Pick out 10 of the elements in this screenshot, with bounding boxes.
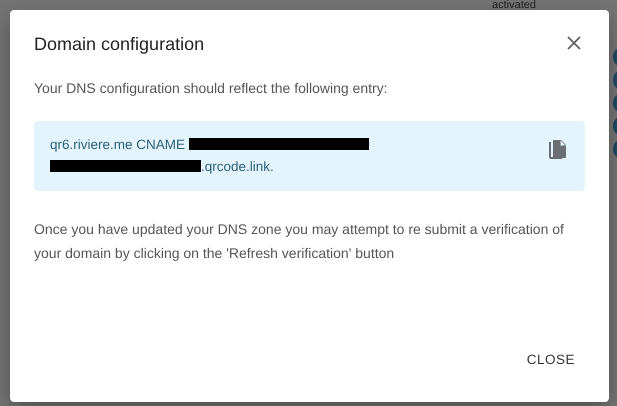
record-host: qr6.riviere.me CNAME bbox=[50, 136, 186, 152]
close-icon bbox=[567, 36, 581, 50]
status-text: activated bbox=[492, 0, 536, 10]
intro-text: Your DNS configuration should reflect the following entry: bbox=[34, 78, 389, 98]
dialog-title: Domain configuration bbox=[34, 34, 204, 56]
copy-button[interactable] bbox=[547, 138, 567, 162]
record-target: .qrcode.link. bbox=[201, 158, 274, 174]
help-text: Once you have updated your DNS zone you may attempt to re submit a verification of your domain by clicking on the 'Refresh verification' button bbox=[34, 220, 564, 263]
close-button[interactable]: CLOSE bbox=[516, 342, 585, 378]
copy-icon bbox=[547, 138, 567, 162]
